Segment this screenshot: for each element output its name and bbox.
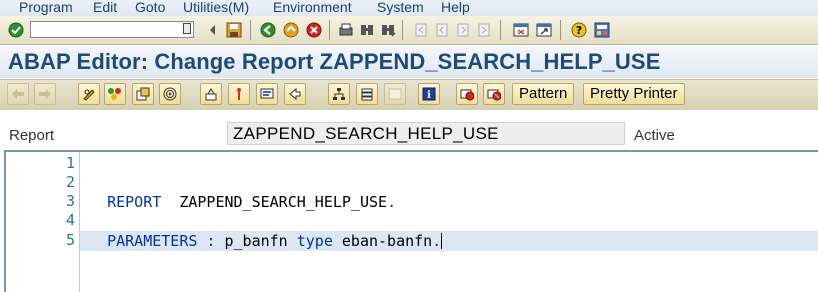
where-used-list-button[interactable] [284, 83, 306, 105]
arrow-left-icon [12, 89, 24, 99]
first-page-icon[interactable] [412, 21, 430, 39]
code-line-4[interactable] [80, 211, 818, 231]
find-icon[interactable] [358, 21, 376, 39]
command-field[interactable] [30, 21, 194, 38]
cancel-icon[interactable] [305, 21, 323, 39]
display-change-button[interactable] [78, 83, 100, 105]
code-line-1[interactable] [80, 153, 818, 173]
keyword-parameters: PARAMETERS [107, 232, 198, 250]
activate-match-icon [237, 88, 241, 100]
next-page-icon[interactable] [454, 21, 472, 39]
colon: : [206, 232, 216, 250]
toolbar-separator [402, 20, 403, 40]
line-number: 2 [65, 173, 75, 191]
pretty-printer-button[interactable]: Pretty Printer [583, 83, 685, 105]
window-icon [388, 88, 402, 100]
pattern-button[interactable]: Pattern [512, 83, 575, 105]
code-line-2[interactable] [80, 172, 818, 192]
menu-help[interactable]: Help [441, 0, 470, 16]
text-cursor [441, 233, 443, 249]
enter-icon[interactable] [7, 21, 25, 39]
title-bar: ABAP Editor: Change Report ZAPPEND_SEARC… [0, 46, 818, 78]
shortcut-icon[interactable] [535, 21, 553, 39]
where-used-button[interactable] [159, 83, 181, 105]
previous-page-icon[interactable] [433, 21, 451, 39]
active-inactive-button[interactable] [104, 83, 126, 105]
line-number: 4 [65, 211, 75, 229]
help-icon[interactable]: ? [570, 21, 588, 39]
forward-arrow-button[interactable] [34, 83, 56, 105]
back-icon[interactable] [259, 21, 277, 39]
hierarchy-icon [333, 88, 345, 100]
toolbar-separator [500, 20, 501, 40]
back-arrow-button[interactable] [7, 83, 29, 105]
report-info-row: Report ZAPPEND_SEARCH_HELP_USE Active [0, 110, 818, 150]
exit-icon[interactable] [282, 21, 300, 39]
breakpoint-icon [460, 89, 474, 101]
print-icon[interactable] [337, 21, 355, 39]
other-object-button[interactable] [132, 83, 154, 105]
svg-text:?: ? [576, 24, 582, 37]
menu-system[interactable]: System [377, 0, 424, 16]
line-number: 5 [65, 231, 75, 249]
svg-text:i: i [427, 90, 431, 101]
set-breakpoint-button[interactable] [456, 83, 478, 105]
info-icon: i [422, 87, 436, 101]
report-name-field: ZAPPEND_SEARCH_HELP_USE [227, 122, 625, 145]
menu-environment[interactable]: Environment [273, 0, 352, 16]
object-list-button[interactable] [356, 83, 378, 105]
arrow-right-icon [39, 89, 51, 99]
toolbar-separator [560, 20, 561, 40]
menu-edit[interactable]: Edit [93, 0, 117, 16]
keyword-report: REPORT [107, 193, 162, 211]
line-number: 1 [65, 154, 75, 172]
code-line-3[interactable]: REPORT ZAPPEND_SEARCH_HELP_USE. [80, 192, 818, 212]
test-button[interactable] [256, 83, 278, 105]
menu-goto[interactable]: Goto [135, 0, 165, 16]
report-name: ZAPPEND_SEARCH_HELP_USE [179, 193, 388, 211]
report-status: Active [634, 127, 675, 144]
hierarchy-button[interactable] [328, 83, 350, 105]
toolbar-separator [250, 20, 251, 40]
object-list-icon [136, 87, 150, 101]
menu-bar: Program Edit Goto Utilities(M) Environme… [0, 0, 818, 16]
check-scale-icon [205, 88, 217, 101]
statement-terminator: . [387, 193, 397, 211]
system-toolbar: ? [0, 16, 818, 45]
external-breakpoint-icon [487, 89, 501, 101]
application-toolbar: i Pattern Pretty Printer [0, 79, 818, 111]
code-line-5[interactable]: PARAMETERS : p_banfn type eban-banfn. [80, 231, 818, 251]
keyword-type: type [296, 232, 333, 250]
type-reference: eban-banfn [341, 232, 433, 250]
info-button[interactable]: i [418, 83, 440, 105]
stack-icon [361, 88, 373, 101]
test-run-icon [260, 88, 274, 99]
new-session-icon[interactable] [512, 21, 530, 39]
collapse-arrow-icon[interactable] [203, 21, 221, 39]
save-icon[interactable] [225, 21, 243, 39]
last-page-icon[interactable] [475, 21, 493, 39]
activate-button[interactable] [228, 83, 250, 105]
spiral-icon [163, 87, 177, 101]
parameter-name: p_banfn [224, 232, 288, 250]
display-object-list-button[interactable] [384, 83, 406, 105]
find-next-icon[interactable] [379, 21, 397, 39]
report-label: Report [9, 127, 55, 144]
navigation-icon [289, 87, 301, 101]
menu-program[interactable]: Program [19, 0, 73, 16]
line-number: 3 [65, 192, 75, 210]
pencil-glasses-icon [83, 89, 95, 101]
check-button[interactable] [200, 83, 222, 105]
statement-terminator: . [432, 232, 442, 250]
delete-breakpoint-button[interactable] [483, 83, 505, 105]
layout-menu-icon[interactable] [593, 21, 611, 39]
line-number-gutter: 1 2 3 4 5 [6, 152, 80, 292]
code-editor[interactable]: 1 2 3 4 5 REPORT ZAPPEND_SEARCH_HELP_USE… [4, 150, 818, 292]
toolbar-separator [329, 20, 330, 40]
activate-icon [108, 88, 121, 100]
page-title: ABAP Editor: Change Report ZAPPEND_SEARC… [8, 49, 661, 74]
menu-utilities[interactable]: Utilities(M) [183, 0, 249, 16]
